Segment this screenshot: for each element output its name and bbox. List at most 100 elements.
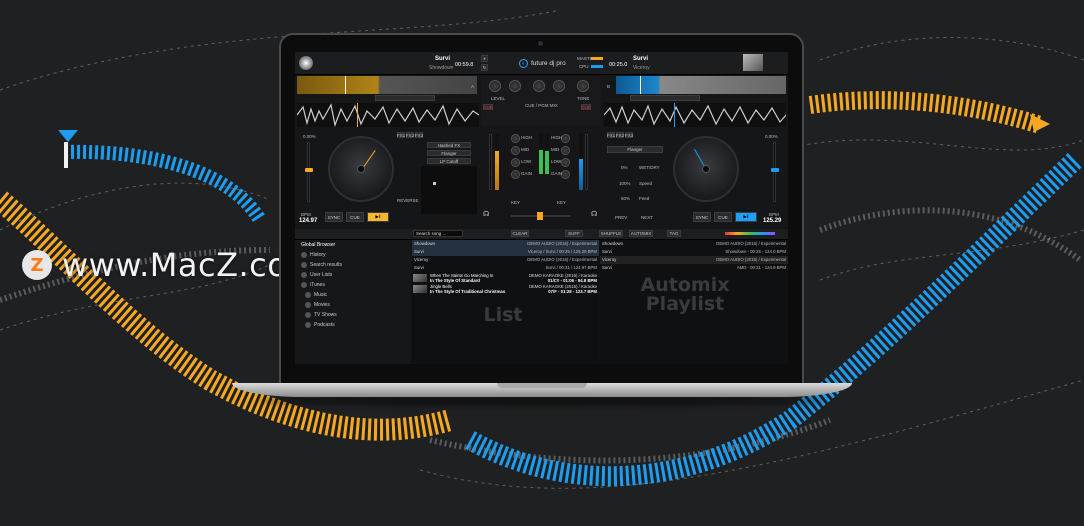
deck-left-fx-slot-3[interactable]: LP Cutoff (427, 158, 471, 164)
deck-left-mode-button[interactable]: ⏸ (481, 55, 488, 62)
deck-right-pitch-slider[interactable] (773, 142, 776, 202)
cue-mix-label: CUE / PGM MIX (525, 103, 558, 108)
eq-right-high-knob[interactable] (561, 134, 570, 143)
deck-left-cue-button[interactable]: CUE (483, 104, 493, 110)
deck-right-playhead (640, 76, 641, 94)
shuffle-button[interactable]: SHUFFLE (599, 230, 623, 237)
deck-left-fx-1-button[interactable]: FX1 (397, 132, 405, 138)
eq-right-low-knob[interactable] (561, 158, 570, 167)
automix-list: Showdown DEMO AUDIO (2015) / Experimental… (600, 240, 788, 364)
deck-right-title: Survi (633, 56, 649, 62)
tree-item-itunes[interactable]: iTunes (295, 280, 411, 290)
track-row[interactable]: Viceroy DEMO AUDIO (2015) / Experimental (412, 256, 599, 264)
deck-left-pitch-slider[interactable] (307, 142, 310, 202)
deck-left-fx-slot-2[interactable]: Flanger (427, 150, 471, 156)
deck-right-play-button[interactable]: ▶‖ (735, 212, 757, 222)
track-row[interactable]: When The Saints Go Marching In In The Sty… (412, 273, 599, 283)
tree-item-podcasts[interactable]: Podcasts (295, 320, 411, 330)
eq-left-mid-knob[interactable] (511, 146, 520, 155)
deck-left-jog-wheel[interactable] (328, 136, 394, 202)
tree-item-music[interactable]: Music (295, 290, 411, 300)
deck-left-zoom-waveform[interactable] (296, 103, 480, 128)
tree-item-tv-shows[interactable]: TV Shows (295, 310, 411, 320)
deck-right-fx-3-button[interactable]: FX3 (625, 132, 633, 138)
suff-button[interactable]: SUFF (565, 230, 583, 237)
list-watermark: List (483, 304, 523, 326)
eq-right-mid-knob[interactable] (561, 146, 570, 155)
movies-icon (305, 302, 311, 308)
deck-left-pitch-handle[interactable] (305, 168, 313, 172)
cpu-label: CPU (579, 64, 589, 69)
track-row[interactable]: Survi Survi / 00:31 / 124.97 BPM (412, 264, 599, 272)
automix-row[interactable]: Showdown DEMO AUDIO (2015) / Experimental (600, 240, 788, 248)
eq-left-high-knob[interactable] (511, 134, 520, 143)
deck-left-reverse-label: REVERSE (397, 198, 419, 203)
deck-left-overview-waveform[interactable] (297, 76, 477, 94)
deck-left-fx-3-button[interactable]: FX3 (415, 132, 423, 138)
deck-right-cue-button[interactable]: CUE (581, 104, 591, 110)
tree-label: Movies (314, 302, 330, 308)
deck-right-sync-button[interactable]: SYNC (693, 212, 711, 222)
track-title: Viceroy (414, 257, 429, 262)
tv-shows-icon (305, 312, 311, 318)
eq-left-mid-label: MID (521, 147, 530, 152)
master-vu-left (539, 134, 543, 174)
deck-right-letter: B (607, 84, 611, 89)
deck-right-fx-1-button[interactable]: FX1 (607, 132, 615, 138)
eq-right-gain-knob[interactable] (561, 170, 570, 179)
deck-right-fx-2-button[interactable]: FX2 (616, 132, 624, 138)
deck-right-pitch-handle[interactable] (771, 168, 779, 172)
deck-right-overview-waveform[interactable] (616, 76, 786, 94)
deck-left-play-button[interactable]: ▶‖ (367, 212, 389, 222)
headphones-right-icon[interactable]: ☊ (591, 210, 599, 218)
deck-right-zoom-waveform[interactable] (603, 103, 787, 127)
automix-button[interactable]: AUTOMIX (629, 230, 653, 237)
deck-right-fx-a-value: 0% (621, 165, 628, 170)
headphones-left-icon[interactable]: ☊ (483, 210, 491, 218)
deck-left-loop-bar[interactable] (375, 95, 435, 101)
deck-left-sync-button[interactable]: SYNC (325, 212, 343, 222)
tree-item-user-lists[interactable]: User Lists (295, 270, 411, 280)
tag-button[interactable]: TAG (667, 230, 681, 237)
tree-item-global-browser[interactable]: Global Browser (295, 240, 411, 250)
deck-right-volume-fader[interactable] (585, 134, 588, 190)
mixer-top: LEVEL CUE / PGM MIX TONE CUE CUE (481, 76, 601, 126)
tree-item-search-results[interactable]: Search results (295, 260, 411, 270)
deck-right-vu (579, 134, 583, 190)
clear-button[interactable]: CLEAR (511, 230, 529, 237)
tree-item-history[interactable]: History (295, 250, 411, 260)
deck-left-artwork (299, 56, 313, 70)
automix-row[interactable]: Survi Showdown - 00:25 - 124.0 BPM (600, 248, 788, 256)
track-row[interactable]: Survi Viceroy / Survi / 00:25 / 125.29 BP… (412, 248, 599, 256)
track-info: DEMO AUDIO (2015) / Experimental (716, 241, 786, 246)
track-info: 07/F - 01:28 - 123.7 BPM (548, 289, 597, 294)
track-row[interactable]: Jingle Bells In The Style Of Traditional … (412, 284, 599, 294)
deck-left-cue-main-button[interactable]: CUE (346, 212, 364, 222)
mixer-knob-2[interactable] (509, 80, 521, 92)
mixer-knob-1[interactable] (489, 80, 501, 92)
track-row[interactable]: Showdown DEMO AUDIO (2015) / Experimental (412, 240, 599, 248)
eq-left-gain-knob[interactable] (511, 170, 520, 179)
deck-right-jog-wheel[interactable] (673, 136, 739, 202)
crossfader-handle[interactable] (537, 212, 543, 220)
mixer-knob-3[interactable] (533, 80, 545, 92)
deck-right-jog-hub (702, 165, 710, 173)
deck-left-fx-slot-1[interactable]: Hashed FX (427, 142, 471, 148)
deck-right-cue-main-button[interactable]: CUE (714, 212, 732, 222)
deck-left-loop-button[interactable]: ↻ (481, 64, 488, 71)
mixer-knob-4[interactable] (553, 80, 565, 92)
tree-item-movies[interactable]: Movies (295, 300, 411, 310)
eq-left-low-knob[interactable] (511, 158, 520, 167)
deck-left-volume-fader[interactable] (489, 134, 492, 190)
automix-row[interactable]: Survi AMD - 00:31 - 124.9 BPM (600, 264, 788, 272)
search-input[interactable]: Search song ... (413, 230, 463, 237)
track-info: Survi / 00:31 / 124.97 BPM (545, 265, 597, 270)
deck-right-loop-bar[interactable] (630, 95, 700, 101)
automix-row[interactable]: Viceroy DEMO AUDIO (2015) / Experimental (600, 256, 788, 264)
color-tags-strip[interactable] (725, 232, 775, 235)
deck-right-fx-slot-1[interactable]: Flanger (607, 146, 663, 153)
mixer-knob-5[interactable] (577, 80, 589, 92)
deck-left-fx-2-button[interactable]: FX2 (406, 132, 414, 138)
track-title: Survi (602, 265, 612, 270)
track-title: Survi (414, 249, 424, 254)
